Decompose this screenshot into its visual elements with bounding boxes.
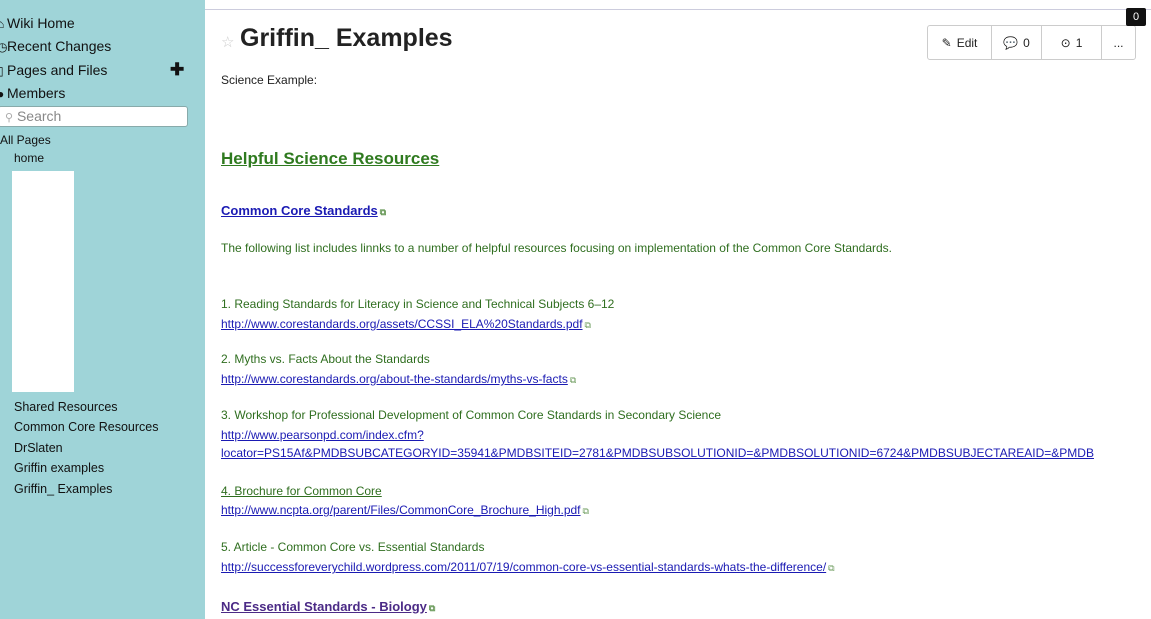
revisions-count: 1 [1075, 35, 1083, 50]
external-link-icon: ⧉ [584, 320, 591, 330]
page-list-blank-area [12, 171, 74, 392]
sidebar-item-wiki-home[interactable]: ⌂ Wiki Home [0, 12, 75, 34]
page-link[interactable]: Griffin_ Examples [14, 482, 112, 496]
edit-label: Edit [956, 35, 978, 50]
header-divider [205, 9, 1151, 10]
all-pages-label: All Pages [0, 133, 51, 147]
resource-link[interactable]: http://www.pearsonpd.com/index.cfm? [221, 428, 424, 442]
link-text: http://www.ncpta.org/parent/Files/Common… [221, 503, 581, 517]
link-text: http://www.pearsonpd.com/index.cfm? [221, 428, 424, 442]
resource-title-link[interactable]: 4. Brochure for Common Core [221, 484, 382, 498]
external-link-icon: ⧉ [428, 603, 436, 613]
clock-icon: ◷ [0, 40, 8, 54]
sidebar-item-recent-changes[interactable]: ◷Recent Changes [0, 35, 111, 57]
link-text: 4. Brochure for Common Core [221, 484, 382, 498]
page-link[interactable]: Shared Resources [14, 400, 118, 414]
user-icon: ● [0, 87, 5, 101]
page-link[interactable]: DrSlaten [14, 441, 63, 455]
history-icon: ⊙ [1060, 35, 1071, 50]
search-input[interactable]: ⚲ Search [0, 106, 188, 127]
search-icon: ⚲ [5, 112, 14, 124]
notification-badge[interactable]: 0 [1126, 8, 1146, 26]
common-core-standards-link[interactable]: Common Core Standards ⧉ [221, 203, 386, 218]
page-link[interactable]: Griffin examples [14, 461, 104, 475]
sidebar-item-label: Recent Changes [7, 38, 112, 54]
comment-icon: 💬 [1003, 35, 1019, 50]
page-link-home[interactable]: home [14, 151, 44, 165]
resource-link[interactable]: http://www.ncpta.org/parent/Files/Common… [221, 503, 589, 517]
link-text: locator=PS15Af&PMDBSUBCATEGORYID=35941&P… [221, 446, 1094, 460]
sidebar-item-pages-and-files[interactable]: ▯ Pages and Files [0, 59, 107, 81]
sidebar-item-label: Members [7, 85, 66, 101]
link-text: http://www.corestandards.org/assets/CCSS… [221, 317, 583, 331]
science-example-text: Science Example: [221, 73, 318, 87]
link-text: Common Core Standards [221, 203, 378, 218]
external-link-icon: ⧉ [569, 375, 577, 385]
page-link[interactable]: Common Core Resources [14, 420, 159, 434]
resource-title: 5. Article - Common Core vs. Essential S… [221, 540, 485, 554]
resource-title: 2. Myths vs. Facts About the Standards [221, 352, 430, 366]
resource-title: 1. Reading Standards for Literacy in Sci… [221, 297, 615, 311]
resource-link[interactable]: http://successforeverychild.wordpress.co… [221, 560, 835, 574]
pencil-icon: ✎ [941, 35, 952, 50]
sidebar-item-label: Wiki Home [7, 15, 75, 31]
search-placeholder: Search [16, 108, 62, 124]
page-toolbar: ✎ Edit 💬 0 ⊙ 1 ... [927, 25, 1136, 60]
sidebar: ⌂ Wiki Home ◷Recent Changes ▯ Pages and Fi… [0, 0, 205, 619]
more-button[interactable]: ... [1102, 26, 1135, 59]
link-text: NC Essential Standards - Biology [221, 599, 427, 614]
intro-text: The following list includes linnks to a … [221, 241, 893, 255]
link-text: http://successforeverychild.wordpress.co… [221, 560, 827, 574]
resource-link[interactable]: http://www.corestandards.org/about-the-s… [221, 372, 576, 386]
external-link-icon: ⧉ [582, 506, 589, 516]
external-link-icon: ⧉ [379, 207, 387, 217]
resource-link[interactable]: http://www.corestandards.org/assets/CCSS… [221, 317, 591, 331]
link-text: http://www.corestandards.org/about-the-s… [221, 372, 568, 386]
add-page-button[interactable]: ✚ [170, 60, 184, 80]
resource-title: 3. Workshop for Professional Development… [221, 408, 722, 422]
resource-link-continuation[interactable]: locator=PS15Af&PMDBSUBCATEGORYID=35941&P… [221, 446, 1151, 460]
edit-button[interactable]: ✎ Edit [928, 26, 992, 59]
page-title: Griffin_ Examples [240, 24, 453, 52]
revisions-button[interactable]: ⊙ 1 [1042, 26, 1102, 59]
more-label: ... [1113, 35, 1124, 50]
nc-essential-standards-link[interactable]: NC Essential Standards - Biology ⧉ [221, 599, 435, 614]
file-icon: ▯ [0, 64, 4, 78]
sidebar-item-label: Pages and Files [7, 62, 108, 78]
star-icon[interactable]: ☆ [221, 33, 234, 51]
comments-button[interactable]: 💬 0 [992, 26, 1042, 59]
external-link-icon: ⧉ [828, 563, 835, 573]
home-icon: ⌂ [0, 17, 5, 31]
sidebar-item-members[interactable]: ● Members [0, 82, 65, 104]
helpful-resources-heading: Helpful Science Resources [221, 149, 440, 168]
comments-count: 0 [1023, 35, 1030, 50]
